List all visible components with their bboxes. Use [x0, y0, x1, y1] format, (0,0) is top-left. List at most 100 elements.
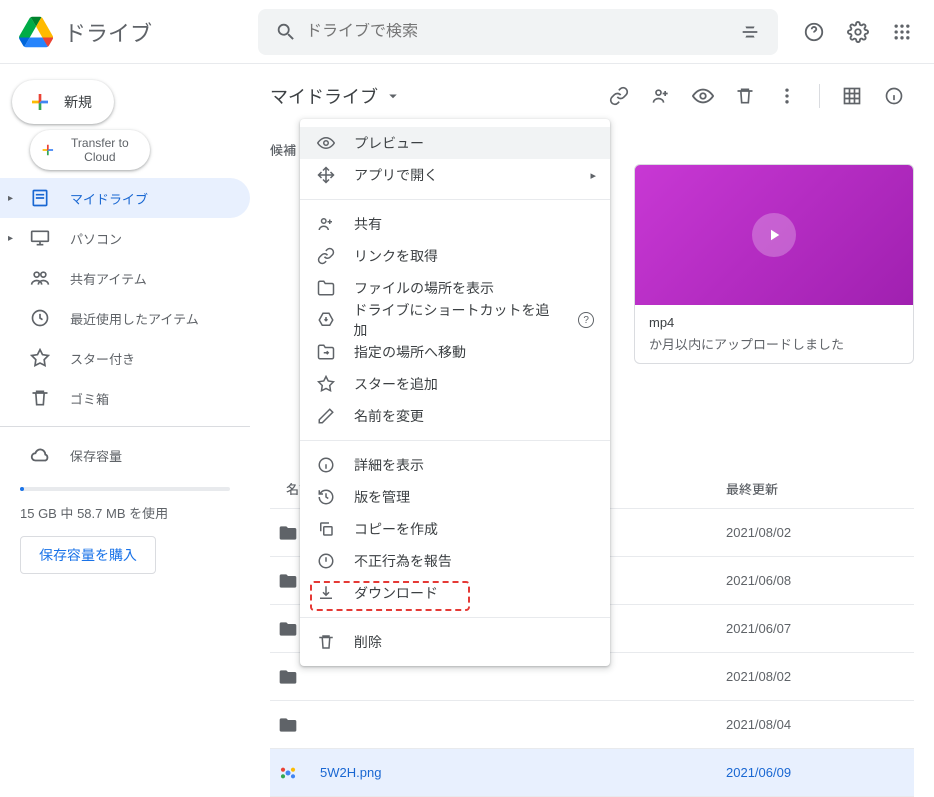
nav-label: ゴミ箱 — [70, 389, 109, 408]
menu-item-trash[interactable]: 削除 — [300, 626, 610, 658]
plus-icon — [28, 90, 52, 114]
card-title: mp4 — [649, 315, 899, 330]
file-name: 5W2H.png — [312, 765, 726, 780]
folder-move-icon — [316, 342, 336, 362]
expand-icon[interactable]: ▸ — [8, 193, 24, 204]
sidebar-item[interactable]: ▸マイドライブ — [0, 178, 250, 218]
folder-outline-icon — [316, 278, 336, 298]
breadcrumb[interactable]: マイドライブ — [270, 83, 402, 109]
sidebar-item[interactable]: 共有アイテム — [0, 258, 250, 298]
menu-item-eye[interactable]: プレビュー — [300, 127, 610, 159]
folder-icon — [278, 571, 298, 591]
menu-item-link[interactable]: リンクを取得 — [300, 240, 610, 272]
play-icon — [752, 213, 796, 257]
folder-icon — [278, 619, 298, 639]
search-input[interactable] — [306, 23, 730, 41]
trash-icon[interactable] — [725, 76, 765, 116]
menu-item-star[interactable]: スターを追加 — [300, 368, 610, 400]
sidebar-storage[interactable]: 保存容量 — [0, 435, 250, 475]
help-badge-icon[interactable]: ? — [578, 312, 594, 328]
new-button[interactable]: 新規 — [12, 80, 114, 124]
storage-text: 15 GB 中 58.7 MB を使用 — [20, 503, 230, 522]
help-icon[interactable] — [794, 12, 834, 52]
search-options-icon[interactable] — [730, 12, 770, 52]
nav-icon — [28, 346, 52, 370]
menu-item-move-arrows[interactable]: アプリで開く▸ — [300, 159, 610, 191]
more-icon[interactable] — [767, 76, 807, 116]
sidebar-item[interactable]: ▸ パソコン — [0, 218, 250, 258]
menu-label: 名前を変更 — [354, 406, 424, 426]
file-date: 2021/06/07 — [726, 621, 906, 636]
transfer-button[interactable]: Transfer to Cloud — [30, 130, 150, 170]
settings-icon[interactable] — [838, 12, 878, 52]
person-add-icon — [316, 214, 336, 234]
folder-icon — [278, 715, 298, 735]
nav-icon — [28, 266, 52, 290]
menu-label: アプリで開く — [354, 165, 438, 185]
link-icon — [316, 246, 336, 266]
folder-icon — [278, 667, 298, 687]
expand-icon[interactable]: ▸ — [8, 233, 24, 244]
search-bar[interactable] — [258, 9, 778, 55]
sidebar-item[interactable]: 最近使用したアイテム — [0, 298, 250, 338]
sidebar-item[interactable]: スター付き — [0, 338, 250, 378]
menu-item-download[interactable]: ダウンロード — [300, 577, 610, 609]
menu-label: 共有 — [354, 214, 382, 234]
eye-icon — [316, 133, 336, 153]
file-date: 2021/08/02 — [726, 525, 906, 540]
storage-section: 15 GB 中 58.7 MB を使用 保存容量を購入 — [0, 475, 250, 586]
divider — [300, 440, 610, 441]
divider — [300, 199, 610, 200]
sidebar-item[interactable]: ゴミ箱 — [0, 378, 250, 418]
card-subtitle: か月以内にアップロードしました — [649, 334, 899, 353]
menu-item-folder-move[interactable]: 指定の場所へ移動 — [300, 336, 610, 368]
get-link-icon[interactable] — [599, 76, 639, 116]
sidebar: 新規 Transfer to Cloud ▸マイドライブ▸パソコン共有アイテム最… — [0, 64, 250, 711]
grid-view-icon[interactable] — [832, 76, 872, 116]
menu-label: リンクを取得 — [354, 246, 438, 266]
menu-label: コピーを作成 — [354, 519, 438, 539]
drive-logo-icon[interactable] — [16, 12, 56, 52]
file-date: 2021/06/08 — [726, 573, 906, 588]
nav-label: パソコン — [70, 229, 122, 248]
menu-label: プレビュー — [354, 133, 424, 153]
menu-label: ドライブにショートカットを追加 — [354, 300, 559, 340]
search-icon[interactable] — [266, 12, 306, 52]
file-date: 2021/06/09 — [726, 765, 906, 780]
cloud-icon — [28, 443, 52, 467]
menu-item-report[interactable]: 不正行為を報告 — [300, 545, 610, 577]
nav-label: 共有アイテム — [70, 269, 147, 288]
menu-item-drive-shortcut[interactable]: ドライブにショートカットを追加? — [300, 304, 610, 336]
video-thumbnail — [635, 165, 913, 305]
suggestion-card[interactable]: mp4 か月以内にアップロードしました — [634, 164, 914, 364]
info-icon[interactable] — [874, 76, 914, 116]
menu-label: ダウンロード — [354, 583, 438, 603]
header: ドライブ — [0, 0, 934, 64]
menu-label: 削除 — [354, 632, 382, 652]
menu-item-pencil[interactable]: 名前を変更 — [300, 400, 610, 432]
column-date[interactable]: 最終更新 — [726, 479, 906, 498]
preview-icon[interactable] — [683, 76, 723, 116]
toolbar-actions — [599, 76, 914, 116]
folder-icon — [278, 523, 298, 543]
share-icon[interactable] — [641, 76, 681, 116]
menu-label: 不正行為を報告 — [354, 551, 452, 571]
apps-icon[interactable] — [882, 12, 922, 52]
divider — [300, 617, 610, 618]
menu-item-info[interactable]: 詳細を表示 — [300, 449, 610, 481]
breadcrumb-label: マイドライブ — [270, 83, 378, 109]
menu-item-history[interactable]: 版を管理 — [300, 481, 610, 513]
download-icon — [316, 583, 336, 603]
menu-item-person-add[interactable]: 共有 — [300, 208, 610, 240]
file-row[interactable]: 5W2H.png2021/06/09 — [270, 749, 914, 797]
file-row[interactable]: 2021/08/04 — [270, 701, 914, 749]
info-icon — [316, 455, 336, 475]
nav-icon — [28, 386, 52, 410]
buy-storage-button[interactable]: 保存容量を購入 — [20, 536, 156, 574]
menu-item-copy[interactable]: コピーを作成 — [300, 513, 610, 545]
divider — [0, 426, 250, 427]
nav-label: スター付き — [70, 349, 135, 368]
storage-bar — [20, 487, 230, 491]
report-icon — [316, 551, 336, 571]
plus-icon — [40, 140, 56, 160]
